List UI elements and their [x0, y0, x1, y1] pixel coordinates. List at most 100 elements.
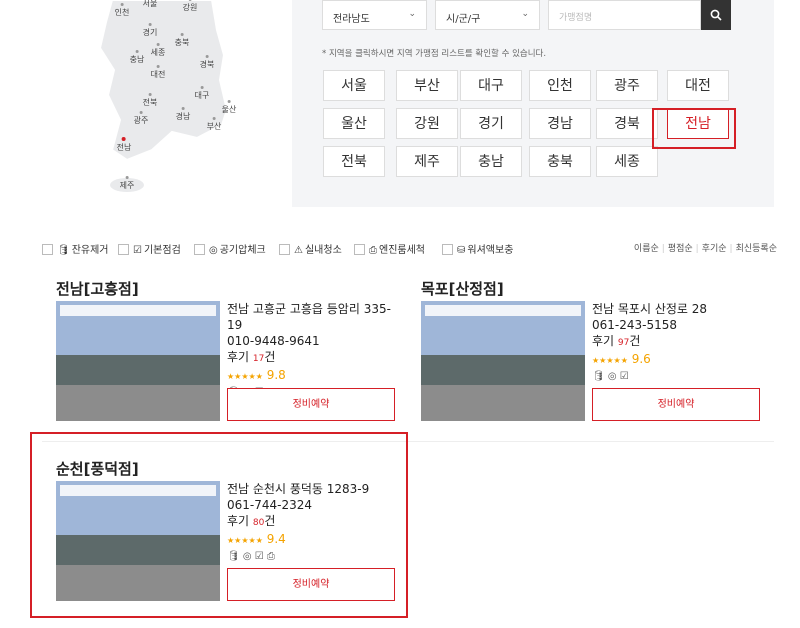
checkbox[interactable]: [42, 244, 53, 255]
region-ulsan[interactable]: 울산: [222, 100, 236, 115]
region-dot: [212, 117, 216, 120]
region-label: 부산: [206, 122, 222, 131]
service-icon: ⎙: [369, 245, 377, 256]
region-button[interactable]: 부산: [396, 70, 458, 101]
region-label: 인천: [114, 8, 130, 17]
service-icon: ☑: [133, 245, 142, 256]
shop-title[interactable]: 목포[산정점]: [421, 278, 504, 299]
region-button[interactable]: 인천: [529, 70, 591, 101]
region-button[interactable]: 서울: [323, 70, 385, 101]
service-label: 엔진룸세척: [379, 245, 425, 256]
shop-rating: ★★★★★ 9.8: [227, 367, 406, 385]
service-filter-item[interactable]: ⚠ 실내청소: [279, 241, 342, 256]
sort-option[interactable]: 이름순: [634, 244, 659, 254]
shop-rating: ★★★★★ 9.6: [592, 351, 707, 369]
separator: |: [661, 244, 665, 254]
shop-sign: [425, 305, 581, 316]
region-button[interactable]: 울산: [323, 108, 385, 139]
region-label: 전북: [142, 98, 158, 107]
checkbox[interactable]: [194, 244, 205, 255]
region-button[interactable]: 세종: [596, 146, 658, 177]
service-label: 실내청소: [304, 245, 342, 256]
region-dot: [148, 23, 152, 26]
region-button[interactable]: 대구: [460, 70, 522, 101]
service-filter-item[interactable]: ⎙ 엔진룸세척: [354, 241, 425, 256]
service-label: 잔유제거: [71, 245, 109, 256]
checkbox[interactable]: [442, 244, 453, 255]
service-filter-item[interactable]: ⛁ 워셔액보충: [442, 241, 513, 256]
shop-photo[interactable]: [56, 301, 220, 421]
service-filter-item[interactable]: 🛢 잔유제거: [42, 241, 109, 256]
region-button[interactable]: 경기: [460, 108, 522, 139]
region-chungbuk[interactable]: 충북: [175, 33, 189, 48]
korea-map-shape: [98, 0, 229, 192]
sort-options: 이름순 | 평점순 | 후기순 | 최신등록순: [634, 241, 777, 254]
reviews-suffix: 건: [264, 350, 276, 364]
region-label: 광주: [133, 116, 149, 125]
service-filter-bar: 🛢 잔유제거 ☑ 기본점검 ◎ 공기압체크 ⚠ 실내청소 ⎙ 엔진룸세척 ⛁ 워셔액보충 이름순 | 평점…: [42, 241, 777, 257]
region-incheon[interactable]: 인천: [114, 3, 130, 18]
region-button[interactable]: 제주: [396, 146, 458, 177]
service-filter-item[interactable]: ◎ 공기압체크: [194, 241, 266, 256]
region-gyeongnam[interactable]: 경남: [176, 107, 190, 122]
region-dot: [205, 55, 209, 58]
search-input[interactable]: 가맹점명: [548, 0, 701, 30]
region-sejong[interactable]: 세종: [151, 43, 165, 58]
search-placeholder: 가맹점명: [559, 13, 593, 23]
region-gwangju[interactable]: 광주: [133, 111, 149, 126]
region-jeonnam[interactable]: 전남: [117, 137, 131, 153]
region-dot: [180, 33, 184, 36]
region-gyeongbuk[interactable]: 경북: [200, 55, 214, 70]
region-daegu[interactable]: 대구: [195, 86, 209, 101]
reserve-button[interactable]: 정비예약: [227, 388, 395, 421]
region-dot: [227, 100, 231, 103]
region-label: 강원: [182, 3, 198, 12]
shop-card[interactable]: 전남[고흥점] 전남 고흥군 고흥읍 등암리 335-19 010-9448-964…: [56, 278, 406, 448]
region-button[interactable]: 전북: [323, 146, 385, 177]
checkbox[interactable]: [354, 244, 365, 255]
region-button[interactable]: 광주: [596, 70, 658, 101]
shop-info: 전남 목포시 산정로 28 061-243-5158 후기 97건 ★★★★★ 9.6…: [592, 301, 707, 385]
service-icon: ⚠: [294, 245, 303, 256]
shop-title[interactable]: 전남[고흥점]: [56, 278, 139, 299]
region-button[interactable]: 충남: [460, 146, 522, 177]
shop-info: 전남 고흥군 고흥읍 등암리 335-19 010-9448-9641 후기 17건…: [227, 301, 406, 401]
reviews-prefix: 후기: [592, 334, 615, 348]
region-button[interactable]: 경북: [596, 108, 658, 139]
shop-reviews: 후기 97건: [592, 333, 707, 351]
province-select[interactable]: 전라남도 ⌄: [322, 0, 427, 30]
service-label: 기본점검: [143, 245, 181, 256]
reserve-button[interactable]: 정비예약: [592, 388, 760, 421]
region-jeonbuk[interactable]: 전북: [142, 93, 158, 108]
region-jeju[interactable]: 제주: [120, 176, 134, 191]
region-button[interactable]: 경남: [529, 108, 591, 139]
region-gyeonggi[interactable]: 경기: [143, 23, 157, 38]
region-dot: [156, 43, 160, 46]
region-gangwon[interactable]: 강원: [182, 0, 198, 13]
region-daejeon[interactable]: 대전: [151, 65, 165, 80]
shop-photo[interactable]: [421, 301, 585, 421]
checkbox[interactable]: [279, 244, 290, 255]
star-rating-icon: ★★★★★: [227, 372, 263, 381]
sort-option[interactable]: 후기순: [702, 244, 727, 254]
rating-score: 9.8: [266, 368, 286, 382]
region-chungnam[interactable]: 충남: [129, 50, 145, 65]
sort-option[interactable]: 최신등록순: [736, 244, 777, 254]
region-button[interactable]: 충북: [529, 146, 591, 177]
search-button[interactable]: [701, 0, 731, 30]
region-button[interactable]: 강원: [396, 108, 458, 139]
sort-option[interactable]: 평점순: [668, 244, 693, 254]
korea-map: [42, 0, 292, 207]
region-seoul[interactable]: 서울: [143, 0, 158, 9]
region-busan[interactable]: 부산: [206, 117, 222, 132]
reviews-suffix: 건: [629, 334, 641, 348]
service-filter-item[interactable]: ☑ 기본점검: [118, 241, 181, 256]
region-dot: [139, 111, 143, 114]
region-label: 충남: [129, 55, 145, 64]
region-dot: [135, 50, 139, 53]
shop-card[interactable]: 목포[산정점] 전남 목포시 산정로 28 061-243-5158 후기 97건 ★★…: [421, 278, 771, 448]
city-select[interactable]: 시/군/구 ⌄: [435, 0, 540, 30]
region-button[interactable]: 대전: [667, 70, 729, 101]
checkbox[interactable]: [118, 244, 129, 255]
highlight-box: [652, 108, 736, 149]
